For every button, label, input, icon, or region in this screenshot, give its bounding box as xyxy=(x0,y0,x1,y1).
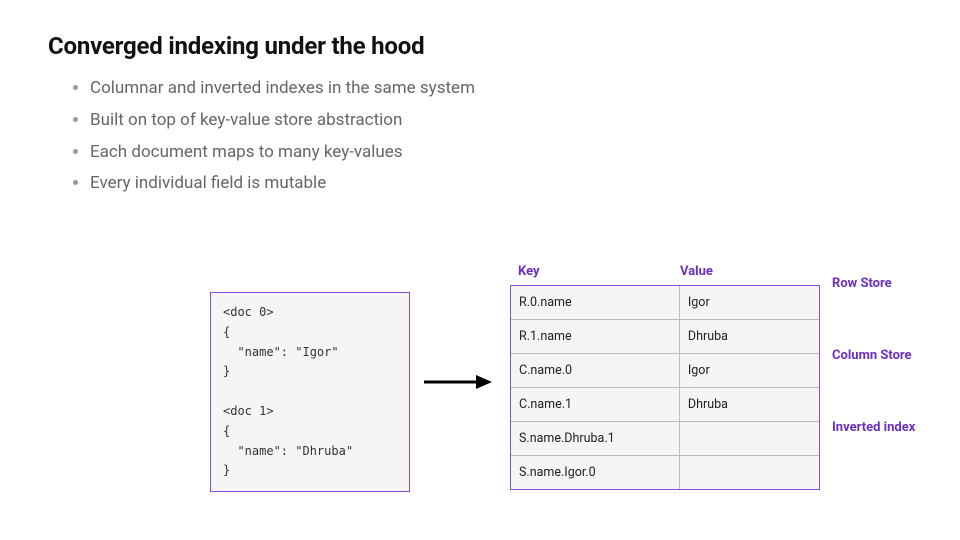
bullet-item: Built on top of key-value store abstract… xyxy=(90,106,912,136)
document-code-block: <doc 0> { "name": "Igor" } <doc 1> { "na… xyxy=(210,292,410,492)
kv-value-cell: Igor xyxy=(680,354,819,387)
table-row: S.name.Igor.0 xyxy=(511,455,819,489)
label-inverted-index: Inverted index xyxy=(832,420,915,435)
kv-key-cell: S.name.Dhruba.1 xyxy=(511,422,680,455)
kv-value-cell xyxy=(680,422,819,455)
kv-key-cell: C.name.1 xyxy=(511,388,680,421)
kv-value-cell: Igor xyxy=(680,286,819,319)
diagram: <doc 0> { "name": "Igor" } <doc 1> { "na… xyxy=(0,230,960,520)
table-row: S.name.Dhruba.1 xyxy=(511,421,819,455)
kv-table-header: Key Value xyxy=(510,264,820,279)
bullet-item: Columnar and inverted indexes in the sam… xyxy=(90,74,912,104)
table-row: C.name.0 Igor xyxy=(511,353,819,387)
kv-table: R.0.name Igor R.1.name Dhruba C.name.0 I… xyxy=(510,285,820,490)
kv-key-cell: R.1.name xyxy=(511,320,680,353)
kv-value-cell: Dhruba xyxy=(680,320,819,353)
kv-header-key: Key xyxy=(510,264,680,279)
label-row-store: Row Store xyxy=(832,276,892,291)
kv-value-cell: Dhruba xyxy=(680,388,819,421)
bullet-item: Every individual field is mutable xyxy=(90,169,912,199)
kv-key-cell: S.name.Igor.0 xyxy=(511,456,680,489)
arrow-icon xyxy=(422,372,492,392)
slide: Converged indexing under the hood Column… xyxy=(0,0,960,540)
kv-value-cell xyxy=(680,456,819,489)
kv-table-wrap: Key Value R.0.name Igor R.1.name Dhruba … xyxy=(510,264,820,490)
kv-key-cell: R.0.name xyxy=(511,286,680,319)
bullet-list: Columnar and inverted indexes in the sam… xyxy=(48,74,912,199)
bullet-item: Each document maps to many key-values xyxy=(90,138,912,168)
table-row: C.name.1 Dhruba xyxy=(511,387,819,421)
kv-header-value: Value xyxy=(680,264,820,279)
table-row: R.0.name Igor xyxy=(511,286,819,319)
slide-title: Converged indexing under the hood xyxy=(48,32,912,60)
label-column-store: Column Store xyxy=(832,348,912,363)
table-row: R.1.name Dhruba xyxy=(511,319,819,353)
kv-key-cell: C.name.0 xyxy=(511,354,680,387)
